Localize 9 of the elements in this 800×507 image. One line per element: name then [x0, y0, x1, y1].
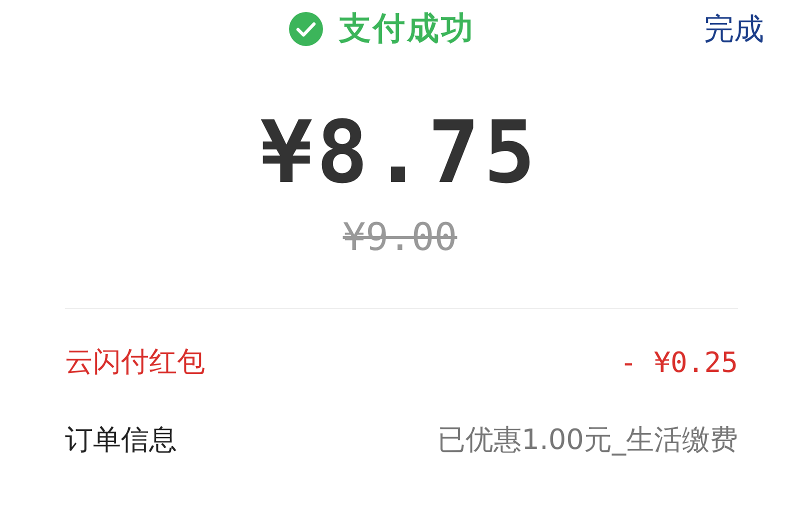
- payment-status-title: 支付成功: [339, 8, 475, 49]
- row-value: - ¥0.25: [620, 346, 738, 378]
- row-label: 订单信息: [65, 422, 177, 458]
- row-value: 已优惠1.00元_生活缴费: [438, 422, 738, 458]
- paid-amount: ¥8.75: [260, 110, 540, 196]
- done-button[interactable]: 完成: [704, 8, 764, 50]
- original-price: ¥9.00: [342, 218, 458, 256]
- row-label: 云闪付红包: [65, 344, 205, 380]
- success-check-icon: [289, 12, 323, 46]
